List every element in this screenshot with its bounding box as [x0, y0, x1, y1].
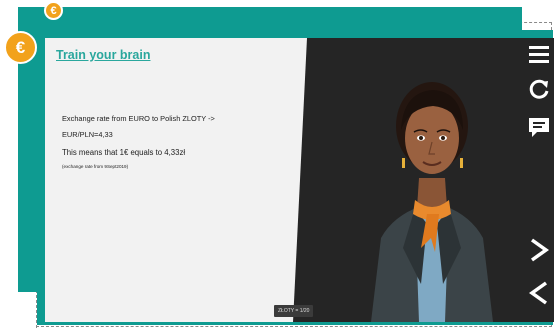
euro-coin-symbol: €: [50, 4, 57, 17]
refresh-icon[interactable]: [527, 77, 551, 101]
lesson-line-4: (exchange rate from 9Sept2019): [62, 164, 129, 169]
next-icon[interactable]: [527, 238, 551, 262]
euro-coin-large-icon: €: [4, 31, 37, 64]
subtitle-caption: ZŁOTY = 1/20: [274, 305, 314, 317]
lesson-line-2: EUR/PLN=4,33: [62, 130, 113, 139]
euro-coin-icon: €: [44, 1, 63, 20]
player-toolbar: [525, 38, 554, 322]
menu-icon[interactable]: [527, 42, 551, 66]
lesson-line-1: Exchange rate from EURO to Polish ZLOTY …: [62, 114, 215, 123]
presenter-avatar: [371, 82, 493, 322]
lesson-line-3: This means that 1€ equals to 4,33zł: [62, 148, 186, 157]
lesson-title[interactable]: Train your brain: [56, 48, 150, 62]
previous-icon[interactable]: [527, 281, 551, 305]
euro-coin-large-symbol: €: [15, 37, 26, 57]
video-player[interactable]: Train your brain Exchange rate from EURO…: [45, 38, 554, 322]
subtitles-icon[interactable]: [527, 115, 551, 139]
